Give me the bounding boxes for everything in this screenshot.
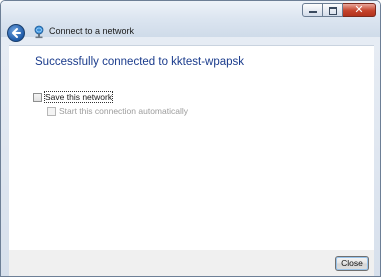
main-content: Successfully connected to kktest-wpapsk … xyxy=(9,45,374,251)
start-automatically-checkbox xyxy=(47,106,56,116)
back-arrow-icon xyxy=(12,28,21,38)
start-automatically-label: Start this connection automatically xyxy=(59,106,188,116)
save-network-option[interactable]: Save this network xyxy=(33,91,114,103)
close-window-button[interactable]: ✕ xyxy=(343,3,376,17)
title-bar: Connect to a network ✕ xyxy=(1,1,380,42)
connect-to-network-window: Connect to a network ✕ Successfully conn… xyxy=(0,0,381,277)
close-button[interactable]: Close xyxy=(335,256,369,271)
save-network-checkbox[interactable] xyxy=(33,92,42,102)
connection-status-heading: Successfully connected to kktest-wpapsk xyxy=(35,56,245,68)
save-network-label[interactable]: Save this network xyxy=(43,91,114,103)
minimize-button[interactable] xyxy=(302,3,323,17)
close-icon: ✕ xyxy=(354,3,364,16)
maximize-button[interactable] xyxy=(323,3,343,17)
back-button[interactable] xyxy=(7,24,25,42)
window-title: Connect to a network xyxy=(49,26,135,36)
network-icon xyxy=(34,25,44,39)
start-automatically-option: Start this connection automatically xyxy=(47,106,188,116)
caption-buttons: ✕ xyxy=(302,3,376,17)
footer-bar: Close xyxy=(9,250,374,276)
